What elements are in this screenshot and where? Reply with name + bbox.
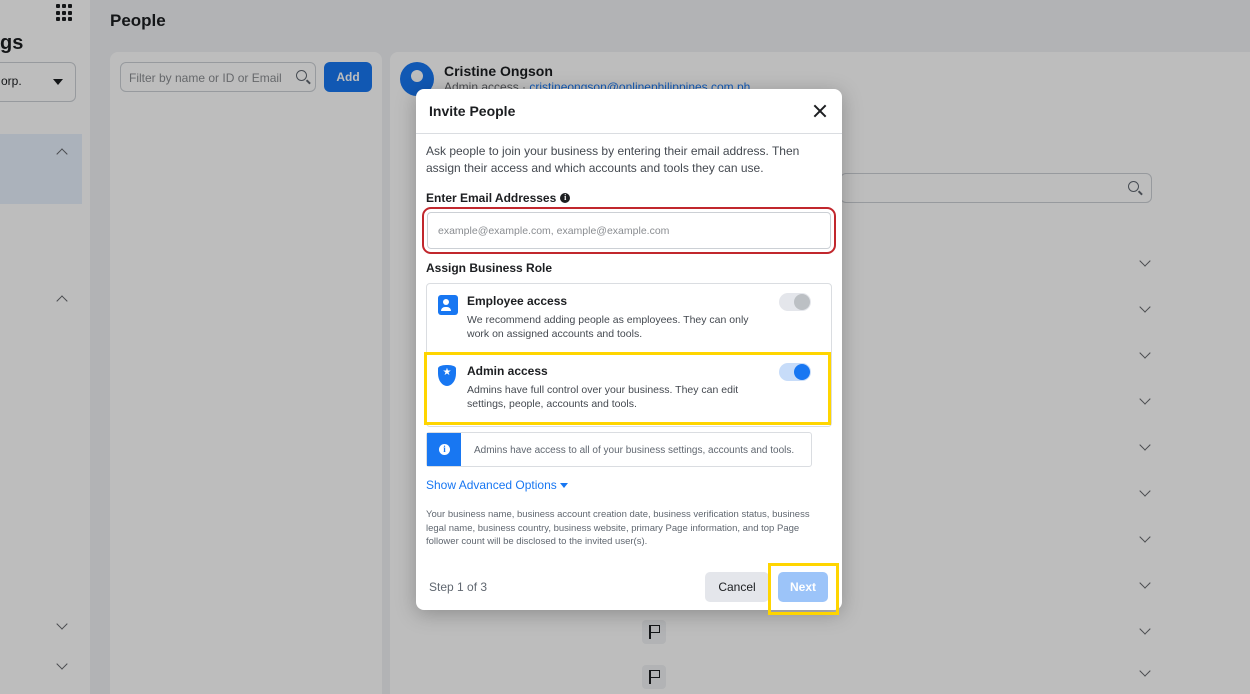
email-field-label: Enter Email Addresses i [426,191,571,205]
dialog-divider [416,133,842,134]
dialog-intro-text: Ask people to join your business by ente… [426,144,800,175]
dialog-title: Invite People [429,103,516,119]
admin-access-yellow-highlight [424,352,831,425]
email-field-red-highlight [422,207,836,254]
info-icon [427,433,461,466]
info-icon[interactable]: i [560,193,571,203]
role-name: Employee access [467,294,568,308]
role-section-label: Assign Business Role [426,261,553,275]
role-option-employee[interactable]: Employee access We recommend adding peop… [426,283,832,353]
cancel-button[interactable]: Cancel [705,572,769,602]
step-indicator: Step 1 of 3 [429,580,488,594]
caret-down-icon [559,482,568,488]
advanced-options-label: Show Advanced Options [426,478,557,492]
close-icon[interactable] [812,103,828,119]
admin-notice: Admins have access to all of your busine… [426,432,812,467]
email-label-text: Enter Email Addresses [426,191,557,205]
employee-access-toggle[interactable] [779,293,811,311]
role-description: We recommend adding people as employees.… [467,314,749,340]
next-button-yellow-highlight [768,563,839,615]
invite-people-dialog: Invite People Ask people to join your bu… [416,89,842,610]
email-addresses-input[interactable] [427,212,831,249]
show-advanced-options-link[interactable]: Show Advanced Options [426,478,568,492]
employee-badge-icon [438,295,458,315]
disclosure-text: Your business name, business account cre… [426,509,810,547]
admin-notice-text: Admins have access to all of your busine… [474,445,795,456]
